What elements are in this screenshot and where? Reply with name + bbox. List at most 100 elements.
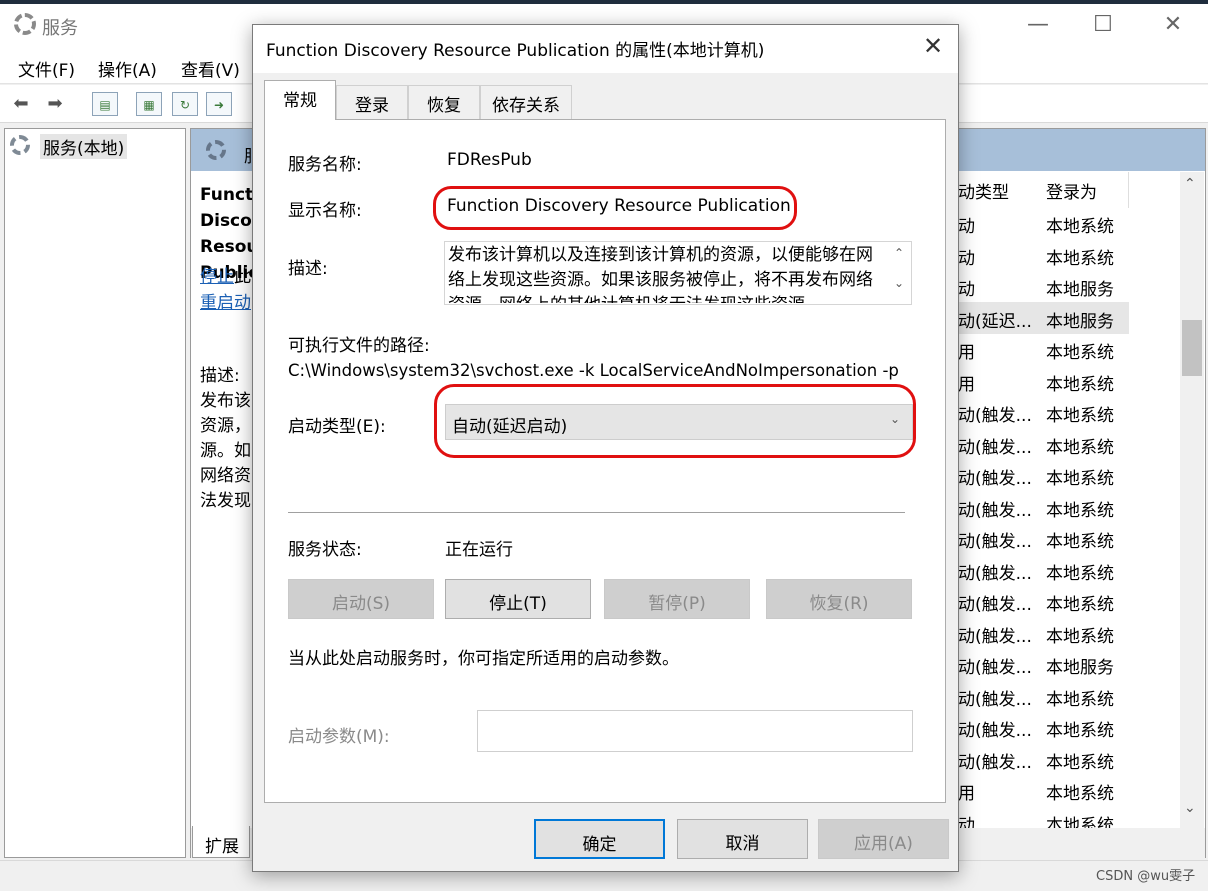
service-name-label: 服务名称: xyxy=(288,155,362,175)
highlight-ring-display-name xyxy=(433,186,797,230)
row-startup-type[interactable]: 动 xyxy=(958,212,975,237)
description-scrollbar[interactable]: ⌃ ⌄ xyxy=(888,242,910,304)
scroll-up-icon[interactable]: ⌃ xyxy=(1184,176,1196,192)
dialog-close-button[interactable]: ✕ xyxy=(918,32,948,60)
scroll-down-icon[interactable]: ⌄ xyxy=(1184,800,1196,816)
service-status-value: 正在运行 xyxy=(445,540,513,560)
properties-icon[interactable]: ▦ xyxy=(136,92,162,116)
tab-logon[interactable]: 登录 xyxy=(336,85,408,119)
menu-view[interactable]: 查看(V) xyxy=(181,56,240,81)
dialog-title: Function Discovery Resource Publication … xyxy=(266,41,765,61)
row-logon-as[interactable]: 本地系统 xyxy=(1046,748,1114,773)
row-logon-as[interactable]: 本地系统 xyxy=(1046,779,1114,804)
back-arrow-icon[interactable]: ⬅ xyxy=(8,92,34,116)
row-startup-type[interactable]: 动(触发... xyxy=(958,716,1032,741)
scrollbar-thumb[interactable] xyxy=(1182,320,1202,376)
exe-path-value: C:\Windows\system32\svchost.exe -k Local… xyxy=(288,361,899,380)
column-header-startup-type[interactable]: 动类型 xyxy=(958,178,1009,203)
row-logon-as[interactable]: 本地服务 xyxy=(1046,307,1114,332)
tab-dependencies[interactable]: 依存关系 xyxy=(480,85,572,119)
row-logon-as[interactable]: 本地系统 xyxy=(1046,464,1114,489)
export-list-icon[interactable]: ➜ xyxy=(206,92,232,116)
display-name-label: 显示名称: xyxy=(288,201,362,221)
show-console-tree-icon[interactable]: ▤ xyxy=(92,92,118,116)
cancel-button[interactable]: 取消 xyxy=(677,819,808,859)
column-header-logon-as[interactable]: 登录为 xyxy=(1046,178,1097,203)
row-startup-type[interactable]: 动(触发... xyxy=(958,464,1032,489)
row-logon-as[interactable]: 本地系统 xyxy=(1046,685,1114,710)
row-startup-type[interactable]: 动(触发... xyxy=(958,401,1032,426)
row-logon-as[interactable]: 本地系统 xyxy=(1046,622,1114,647)
ok-button[interactable]: 确定 xyxy=(534,819,665,859)
row-startup-type[interactable]: 动(触发... xyxy=(958,496,1032,521)
maximize-button[interactable]: ☐ xyxy=(1083,12,1123,37)
vertical-scrollbar[interactable] xyxy=(1180,172,1204,828)
menu-file[interactable]: 文件(F) xyxy=(18,56,75,81)
app-title: 服务 xyxy=(42,18,78,39)
row-logon-as[interactable]: 本地系统 xyxy=(1046,496,1114,521)
row-startup-type[interactable]: 动(触发... xyxy=(958,685,1032,710)
highlight-ring-startup-type xyxy=(434,384,916,458)
tab-extended[interactable]: 扩展 xyxy=(192,826,250,858)
stop-button[interactable]: 停止(T) xyxy=(445,579,591,619)
scroll-up-icon[interactable]: ⌃ xyxy=(888,246,910,260)
row-logon-as[interactable]: 本地系统 xyxy=(1046,370,1114,395)
row-startup-type[interactable]: 动(延迟... xyxy=(958,307,1032,332)
exe-path-label: 可执行文件的路径: xyxy=(288,336,430,356)
row-startup-type[interactable]: 用 xyxy=(958,370,975,395)
row-logon-as[interactable]: 本地系统 xyxy=(1046,338,1114,363)
scroll-down-icon[interactable]: ⌄ xyxy=(888,276,910,290)
row-logon-as[interactable]: 本地系统 xyxy=(1046,212,1114,237)
service-status-label: 服务状态: xyxy=(288,540,362,560)
start-params-label: 启动参数(M): xyxy=(288,727,390,747)
row-logon-as[interactable]: 本地系统 xyxy=(1046,527,1114,552)
row-startup-type[interactable]: 动 xyxy=(958,244,975,269)
description-lines: 发布该 资源， 源。如 网络资 法发现 xyxy=(200,391,251,511)
row-startup-type[interactable]: 动(触发... xyxy=(958,653,1032,678)
start-params-hint: 当从此处启动服务时，你可指定所适用的启动参数。 xyxy=(288,649,679,669)
resume-button[interactable]: 恢复(R) xyxy=(766,579,912,619)
tab-recovery[interactable]: 恢复 xyxy=(408,85,480,119)
row-startup-type[interactable]: 动(触发... xyxy=(958,527,1032,552)
row-logon-as[interactable]: 本地系统 xyxy=(1046,590,1114,615)
stop-service-line: 停止此 xyxy=(200,267,251,287)
forward-arrow-icon[interactable]: ➡ xyxy=(42,92,68,116)
close-button[interactable]: ✕ xyxy=(1153,12,1193,37)
row-logon-as[interactable]: 本地系统 xyxy=(1046,559,1114,584)
row-startup-type[interactable]: 动(触发... xyxy=(958,433,1032,458)
start-params-input[interactable] xyxy=(477,710,913,752)
description-text: 发布该计算机以及连接到该计算机的资源，以便能够在网络上发现这些资源。如果该服务被… xyxy=(448,245,873,303)
row-logon-as[interactable]: 本地系统 xyxy=(1046,401,1114,426)
row-logon-as[interactable]: 本地系统 xyxy=(1046,716,1114,741)
row-logon-as[interactable]: 本地服务 xyxy=(1046,275,1114,300)
stop-service-link[interactable]: 停止 xyxy=(200,267,234,287)
row-startup-type[interactable]: 动(触发... xyxy=(958,590,1032,615)
tab-general[interactable]: 常规 xyxy=(264,80,336,120)
description-label: 描述: xyxy=(288,259,328,279)
row-startup-type[interactable]: 用 xyxy=(958,338,975,363)
console-tree-pane xyxy=(4,128,186,858)
watermark: CSDN @wu雯子 xyxy=(1096,869,1196,884)
row-startup-type[interactable]: 动 xyxy=(958,275,975,300)
row-logon-as[interactable]: 本地系统 xyxy=(1046,244,1114,269)
refresh-icon[interactable]: ↻ xyxy=(172,92,198,116)
row-startup-type[interactable]: 用 xyxy=(958,779,975,804)
tree-item-services-local[interactable]: 服务(本地) xyxy=(40,134,128,159)
start-button[interactable]: 启动(S) xyxy=(288,579,434,619)
row-logon-as[interactable]: 本地系统 xyxy=(1046,433,1114,458)
menu-action[interactable]: 操作(A) xyxy=(98,56,157,81)
service-name-value: FDResPub xyxy=(447,150,532,170)
minimize-button[interactable]: — xyxy=(1018,12,1058,37)
gear-icon xyxy=(10,135,30,155)
restart-service-link[interactable]: 重启动 xyxy=(200,288,251,313)
row-startup-type[interactable]: 动(触发... xyxy=(958,559,1032,584)
gear-icon xyxy=(14,13,36,35)
column-separator xyxy=(1128,172,1129,208)
row-logon-as[interactable]: 本地服务 xyxy=(1046,653,1114,678)
row-startup-type[interactable]: 动(触发... xyxy=(958,622,1032,647)
description-label: 描述: xyxy=(200,366,240,386)
gear-icon xyxy=(206,140,226,160)
pause-button[interactable]: 暂停(P) xyxy=(604,579,750,619)
apply-button[interactable]: 应用(A) xyxy=(818,819,949,859)
row-startup-type[interactable]: 动(触发... xyxy=(958,748,1032,773)
